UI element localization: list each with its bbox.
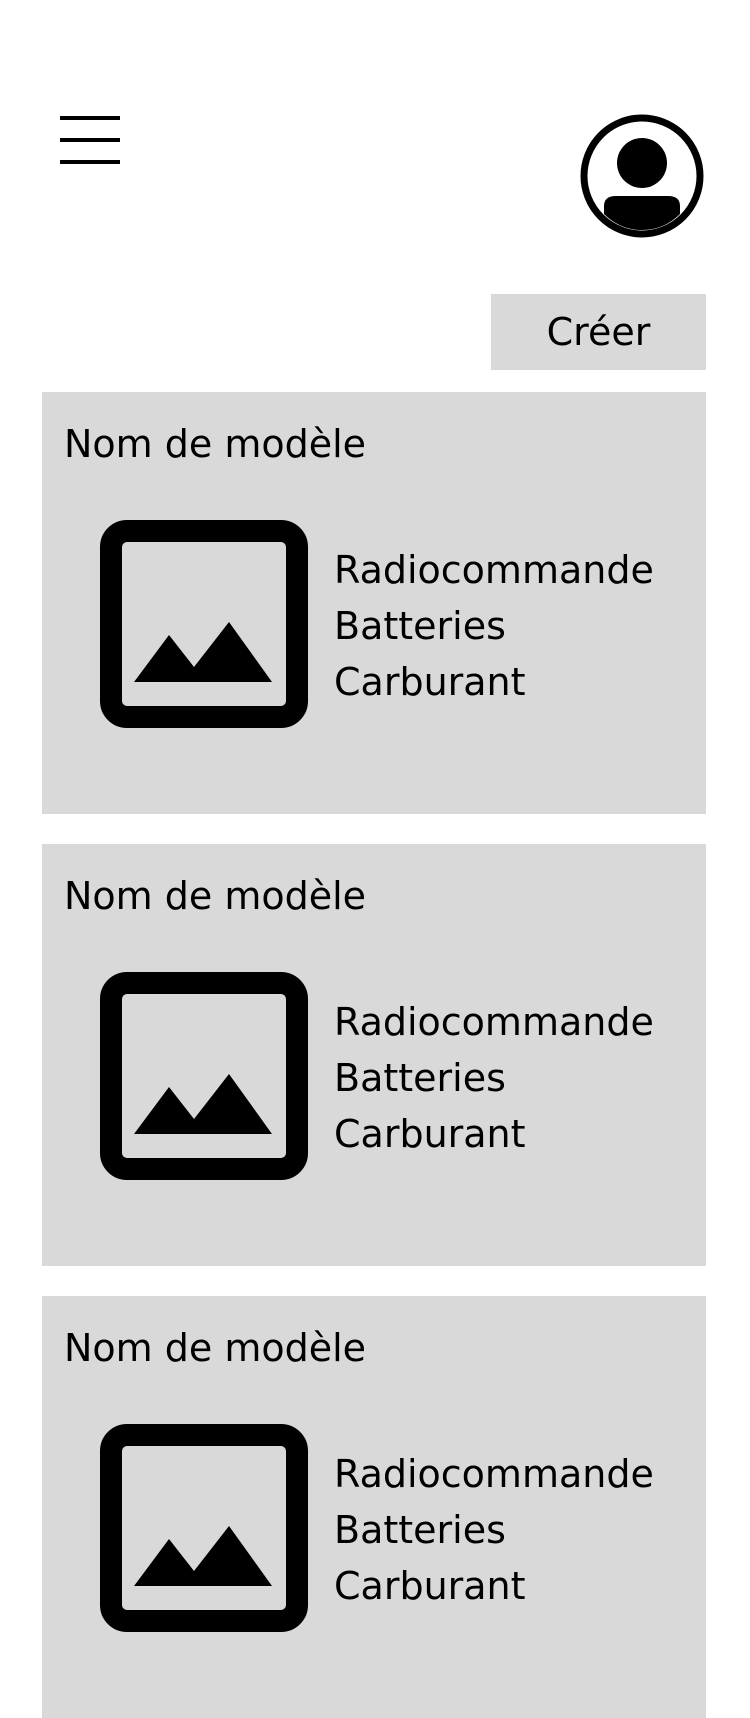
profile-button[interactable] bbox=[580, 114, 704, 238]
model-image bbox=[100, 520, 308, 728]
feature-item: Radiocommande bbox=[334, 548, 654, 592]
feature-item: Radiocommande bbox=[334, 1452, 654, 1496]
menu-button[interactable] bbox=[60, 116, 120, 164]
model-card[interactable]: Nom de modèle Radiocommande Batteries Ca… bbox=[42, 844, 706, 1266]
feature-list: Radiocommande Batteries Carburant bbox=[334, 1446, 654, 1614]
feature-item: Batteries bbox=[334, 1056, 506, 1100]
create-button[interactable]: Créer bbox=[491, 294, 706, 370]
feature-item: Radiocommande bbox=[334, 1000, 654, 1044]
model-name: Nom de modèle bbox=[64, 422, 367, 466]
feature-list: Radiocommande Batteries Carburant bbox=[334, 542, 654, 710]
user-avatar-icon bbox=[580, 114, 704, 238]
feature-item: Batteries bbox=[334, 1508, 506, 1552]
model-image bbox=[100, 972, 308, 1180]
model-card[interactable]: Nom de modèle Radiocommande Batteries Ca… bbox=[42, 1296, 706, 1718]
feature-item: Batteries bbox=[334, 604, 506, 648]
model-name: Nom de modèle bbox=[64, 874, 367, 918]
model-image bbox=[100, 1424, 308, 1632]
feature-item: Carburant bbox=[334, 1112, 526, 1156]
image-placeholder-icon bbox=[100, 520, 308, 728]
model-name: Nom de modèle bbox=[64, 1326, 367, 1370]
model-card[interactable]: Nom de modèle Radiocommande Batteries Ca… bbox=[42, 392, 706, 814]
image-placeholder-icon bbox=[100, 1424, 308, 1632]
feature-item: Carburant bbox=[334, 1564, 526, 1608]
feature-item: Carburant bbox=[334, 660, 526, 704]
hamburger-menu-icon bbox=[60, 116, 120, 164]
image-placeholder-icon bbox=[100, 972, 308, 1180]
feature-list: Radiocommande Batteries Carburant bbox=[334, 994, 654, 1162]
